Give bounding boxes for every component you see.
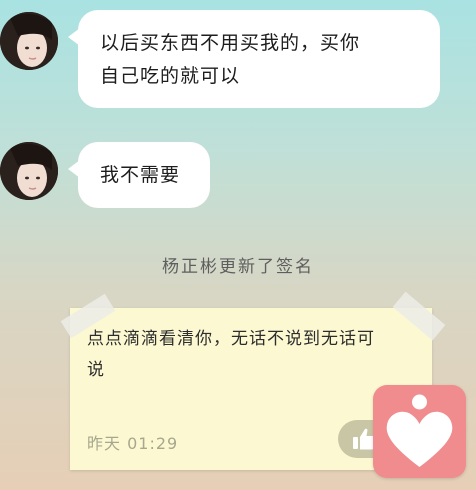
signature-text-line: 说 [87,360,105,380]
message-bubble[interactable]: 我不需要 [68,142,210,208]
signature-timestamp: 昨天 01:29 [87,434,179,453]
message-text: 我不需要 [100,164,181,186]
message-text-line: 自己吃的就可以 [100,65,241,87]
avatar-image [0,142,58,200]
signature-text: 点点滴滴看清你，无话不说到无话可 说 [87,324,422,386]
avatar[interactable] [0,12,58,70]
message-bubble[interactable]: 以后买东西不用买我的，买你 自己吃的就可以 [68,10,440,108]
heart-person-icon [386,394,453,467]
message-text-line: 以后买东西不用买我的，买你 [100,32,361,54]
avatar[interactable] [0,142,58,200]
signature-text-line: 点点滴滴看清你，无话不说到无话可 [87,329,375,349]
system-notice: 杨正彬更新了签名 [162,257,314,277]
avatar-image [0,12,58,70]
favorite-button[interactable] [373,385,466,478]
